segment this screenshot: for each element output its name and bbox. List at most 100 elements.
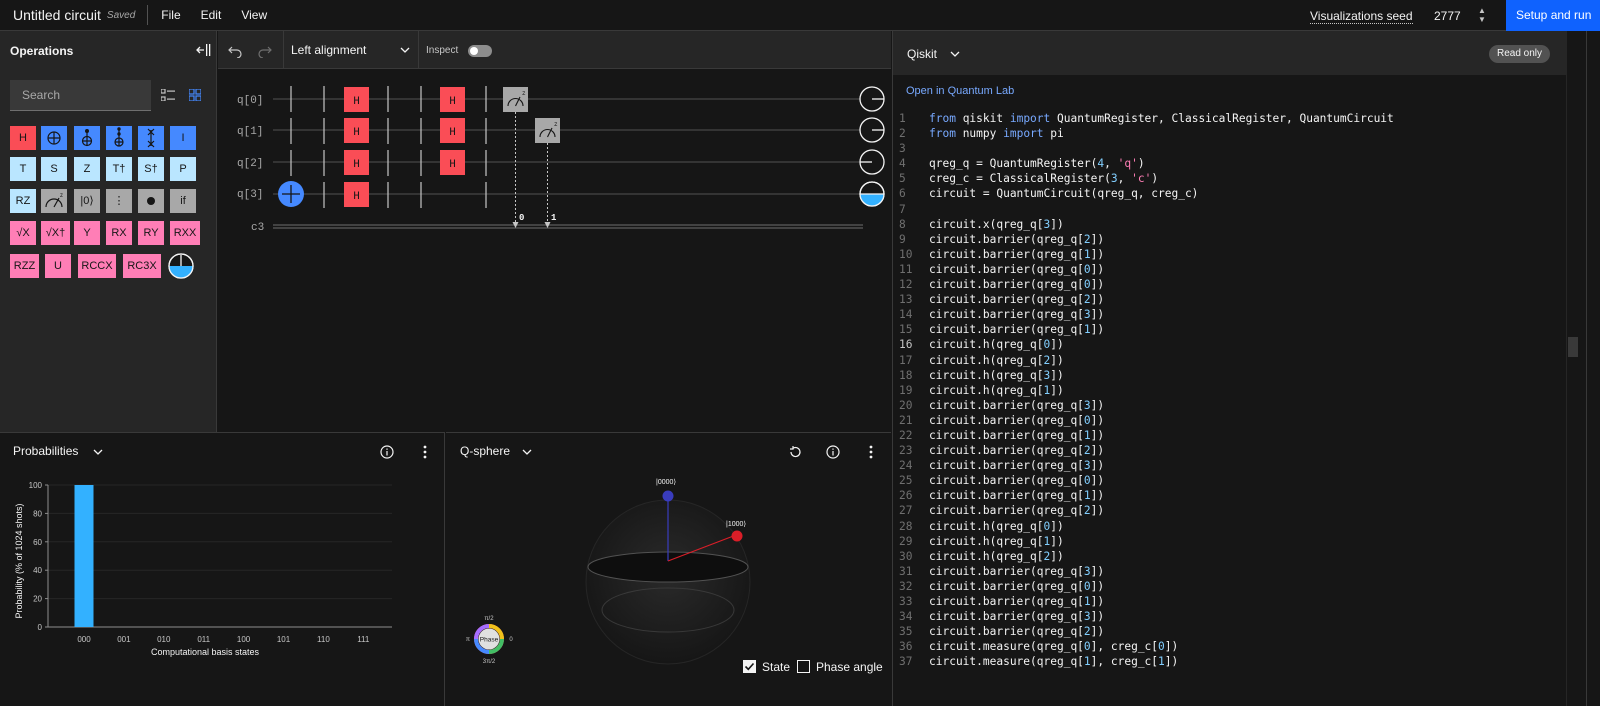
gate-control[interactable]	[138, 189, 164, 213]
grid-view-icon[interactable]	[189, 89, 201, 101]
gate-c3x[interactable]	[106, 126, 132, 150]
svg-text:z: z	[60, 193, 63, 199]
code-text: from qiskit import QuantumRegister, Clas…	[929, 112, 1394, 125]
gate-rz[interactable]: RZ	[10, 189, 36, 213]
chevron-down-icon[interactable]	[93, 448, 103, 456]
reset-view-icon[interactable]	[788, 445, 802, 459]
collapse-panel-icon[interactable]	[195, 42, 211, 58]
state-checkbox[interactable]	[743, 660, 756, 673]
gate-tdg[interactable]: T†	[106, 157, 132, 181]
gate-identity[interactable]: I	[170, 126, 196, 150]
gate-rx[interactable]: RX	[106, 221, 132, 245]
language-dropdown[interactable]: Qiskit	[907, 47, 937, 61]
menu-file[interactable]: File	[161, 8, 180, 22]
open-in-quantum-lab-link[interactable]: Open in Quantum Lab	[906, 85, 1014, 97]
gate-sqrtxdg[interactable]: √X†	[41, 221, 70, 245]
gate-rc3x[interactable]: RC3X	[123, 254, 161, 278]
gate-rzz[interactable]: RZZ	[10, 254, 39, 278]
gate-rxx[interactable]: RXX	[170, 221, 200, 245]
gate-t[interactable]: T	[10, 157, 36, 181]
gate-toffoli[interactable]	[74, 126, 100, 150]
visualizations-seed-label[interactable]: Visualizations seed	[1310, 9, 1413, 24]
code-scrollbar[interactable]	[1566, 31, 1578, 706]
undo-icon[interactable]	[228, 44, 242, 58]
circuit-x-gate[interactable]	[278, 181, 304, 207]
overflow-menu-icon[interactable]	[868, 444, 874, 460]
probability-bar	[74, 485, 94, 627]
gate-sdg[interactable]: S†	[138, 157, 164, 181]
code-line: 22 circuit.barrier(qreg_q[1])	[893, 428, 1563, 443]
list-view-icon[interactable]	[161, 89, 175, 101]
circuit-measure-gate[interactable]: z	[535, 118, 560, 143]
line-number: 1	[899, 112, 906, 125]
code-text: circuit.measure(qreg_q[1], creg_c[1])	[929, 655, 1179, 669]
phase-tick: 3π/2	[483, 659, 496, 665]
code-line: 14 circuit.barrier(qreg_q[3])	[893, 307, 1563, 322]
line-number: 13	[899, 293, 913, 307]
right-edge-strip	[1586, 31, 1600, 706]
gate-p[interactable]: P	[170, 157, 196, 181]
seed-stepper-icon[interactable]: ▲ ▼	[1477, 6, 1487, 26]
phase-angle-checkbox[interactable]	[797, 660, 810, 673]
redo-icon[interactable]	[258, 44, 272, 58]
circuit-h-gate[interactable]: H	[344, 182, 369, 207]
code-editor-panel: Qiskit Read only Open in Quantum Lab 1 fr…	[892, 31, 1600, 706]
circuit-measure-gate[interactable]: z	[503, 87, 528, 112]
probabilities-dropdown[interactable]: Probabilities	[13, 444, 78, 458]
circuit-canvas[interactable]: q[0] q[1] q[2] q[3] c3 H H H H H H H z 0…	[218, 70, 891, 430]
line-number: 20	[899, 398, 913, 412]
circuit-h-gate[interactable]: H	[344, 150, 369, 175]
gate-s[interactable]: S	[41, 157, 67, 181]
line-number: 5	[899, 172, 906, 186]
gate-rccx[interactable]: RCCX	[78, 254, 116, 278]
scrollbar-thumb[interactable]	[1568, 337, 1578, 357]
code-line: 28 circuit.h(qreg_q[0])	[893, 519, 1563, 534]
line-number: 30	[899, 549, 913, 563]
chevron-down-icon[interactable]	[522, 448, 532, 456]
chevron-down-icon[interactable]	[950, 50, 960, 58]
x-tick-label: 000	[77, 635, 91, 644]
qsphere-dropdown[interactable]: Q-sphere	[460, 444, 510, 458]
gate-swap[interactable]	[138, 126, 164, 150]
gate-reset[interactable]: |0⟩	[74, 189, 100, 213]
seed-value-input[interactable]: 2777	[1434, 9, 1461, 23]
measure-icon: z	[45, 193, 63, 208]
gate-h[interactable]: H	[10, 126, 36, 150]
gate-measure[interactable]: z	[41, 189, 67, 213]
toffoli-icon	[81, 129, 93, 147]
info-icon[interactable]	[826, 445, 840, 459]
alignment-dropdown[interactable]: Left alignment	[283, 31, 419, 69]
line-number: 37	[899, 655, 913, 669]
inspect-toggle[interactable]	[468, 45, 492, 57]
x-tick-label: 100	[237, 635, 251, 644]
gate-sqrtx[interactable]: √X	[10, 221, 36, 245]
circuit-h-gate[interactable]: H	[440, 118, 465, 143]
circuit-h-gate[interactable]: H	[344, 118, 369, 143]
gate-cnot[interactable]	[41, 126, 67, 150]
line-number: 34	[899, 610, 913, 624]
menu-edit[interactable]: Edit	[201, 8, 222, 22]
gate-y[interactable]: Y	[74, 221, 100, 245]
gate-ry[interactable]: RY	[138, 221, 164, 245]
gate-if[interactable]: if	[170, 189, 196, 213]
gate-u[interactable]: U	[45, 254, 71, 278]
state-point	[662, 490, 674, 502]
operations-search-input[interactable]	[10, 80, 151, 111]
overflow-menu-icon[interactable]	[422, 444, 428, 460]
code-text: circuit = QuantumCircuit(qreg_q, creg_c)	[929, 187, 1199, 201]
circuit-h-gate[interactable]: H	[440, 87, 465, 112]
setup-and-run-button[interactable]: Setup and run	[1506, 0, 1600, 31]
line-number: 4	[899, 157, 906, 171]
line-number: 14	[899, 308, 913, 322]
code-lines[interactable]: 1 from qiskit import QuantumRegister, Cla…	[893, 111, 1563, 669]
svg-text:z: z	[522, 90, 526, 97]
circuit-h-gate[interactable]: H	[440, 150, 465, 175]
gate-z[interactable]: Z	[74, 157, 100, 181]
circuit-title[interactable]: Untitled circuit	[13, 7, 101, 23]
menu-view[interactable]: View	[241, 8, 267, 22]
state-display-icon[interactable]	[167, 252, 195, 280]
info-icon[interactable]	[380, 445, 394, 459]
svg-text:H: H	[449, 159, 456, 171]
circuit-h-gate[interactable]: H	[344, 87, 369, 112]
gate-barrier[interactable]: ⋮	[106, 189, 132, 213]
